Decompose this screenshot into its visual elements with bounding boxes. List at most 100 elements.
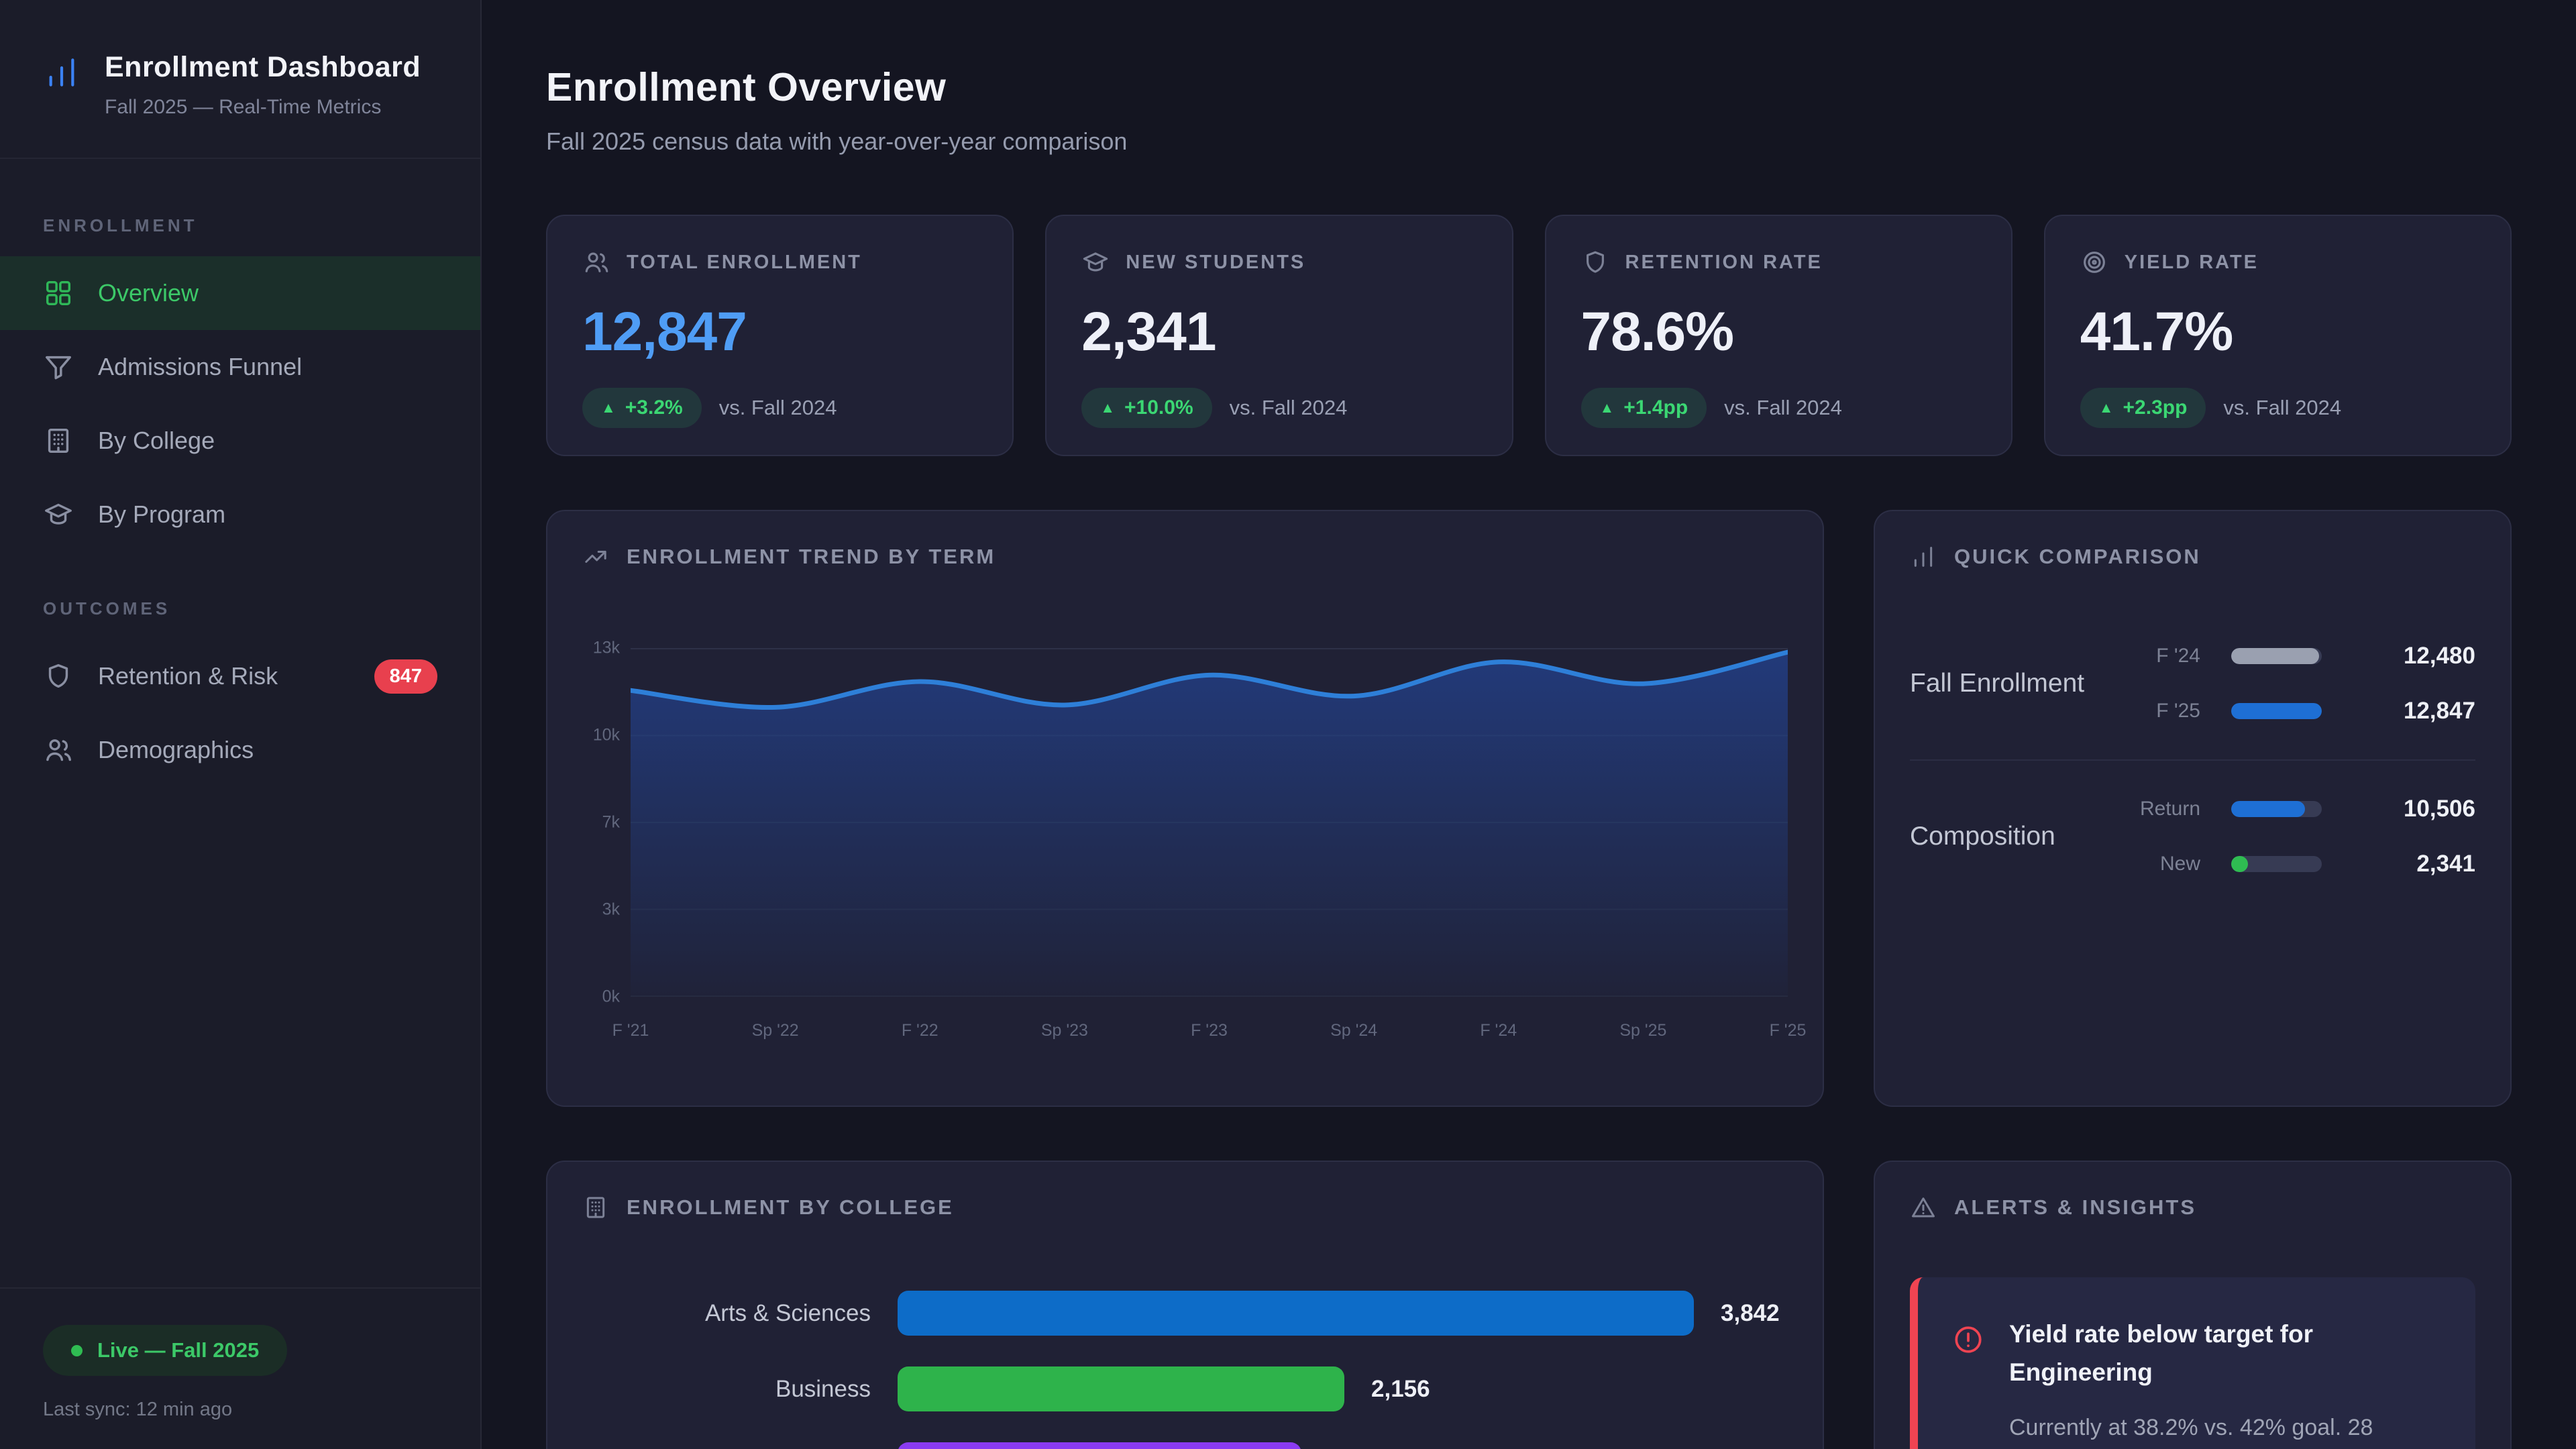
sidebar-item-label: By Program	[98, 500, 225, 529]
delta-value: +1.4pp	[1623, 396, 1688, 419]
x-tick-label: Sp '24	[1330, 1021, 1377, 1040]
y-tick-label: 7k	[602, 813, 620, 833]
comparison-row-value: 10,506	[2322, 796, 2475, 822]
sidebar-item-admissions-funnel[interactable]: Admissions Funnel	[0, 330, 480, 404]
alert-circle-icon	[1951, 1319, 1985, 1352]
college-bar-chart: Arts & Sciences 3,842 Business2,156 Enginee…	[582, 1291, 1788, 1449]
college-bar-row: Business2,156	[582, 1366, 1788, 1411]
delta-badge: ▲+3.2%	[582, 388, 702, 428]
x-tick-label: Sp '23	[1041, 1021, 1088, 1040]
kpi-label: NEW STUDENTS	[1126, 252, 1305, 274]
delta-note: vs. Fall 2024	[2223, 396, 2341, 420]
grad-cap-icon	[43, 499, 74, 530]
sidebar-header: Enrollment Dashboard Fall 2025 — Real-Ti…	[0, 0, 480, 159]
college-label: Arts & Sciences	[582, 1300, 871, 1327]
delta-value: +2.3pp	[2123, 396, 2188, 419]
mini-bar	[2231, 801, 2322, 817]
comparison-row-value: 12,847	[2322, 698, 2475, 724]
trend-chart: 13k10k7k3k0k	[582, 648, 1788, 997]
alert-body: Currently at 38.2% vs. 42% goal. 28 depo…	[2009, 1408, 2438, 1449]
quick-comparison-body: Fall EnrollmentF '24 12,480 F '25 12,847 Com…	[1910, 643, 2475, 877]
college-bar-row: Engineering1,947	[582, 1442, 1788, 1449]
shield-icon	[43, 661, 74, 692]
up-arrow-icon: ▲	[1600, 400, 1615, 415]
comparison-row-label: F '25	[2110, 700, 2200, 722]
trend-area-chart	[631, 648, 1788, 997]
sidebar-item-by-college[interactable]: By College	[0, 404, 480, 478]
trend-panel-header: ENROLLMENT TREND BY TERM	[582, 543, 1788, 570]
live-status-label: Live — Fall 2025	[97, 1338, 259, 1362]
sidebar-item-label: Admissions Funnel	[98, 353, 302, 381]
divider	[1910, 759, 2475, 761]
alerts-title: ALERTS & INSIGHTS	[1954, 1195, 2196, 1220]
sidebar-item-by-program[interactable]: By Program	[0, 478, 480, 551]
kpi-label: TOTAL ENROLLMENT	[627, 252, 862, 274]
kpi-card-new-students: NEW STUDENTS2,341▲+10.0%vs. Fall 2024	[1045, 215, 1513, 456]
sidebar-nav: ENROLLMENTOverviewAdmissions FunnelBy Co…	[0, 159, 480, 787]
up-arrow-icon: ▲	[2099, 400, 2114, 415]
delta-badge: ▲ +10.0%	[1081, 388, 1212, 428]
by-college-header: ENROLLMENT BY COLLEGE	[582, 1194, 1788, 1221]
comparison-row-label: F '24	[2110, 645, 2200, 667]
alerts-header: ALERTS & INSIGHTS	[1910, 1194, 2475, 1221]
trend-panel-title: ENROLLMENT TREND BY TERM	[627, 545, 996, 569]
by-college-title: ENROLLMENT BY COLLEGE	[627, 1195, 954, 1220]
delta-value: +3.2%	[625, 396, 683, 419]
quick-comparison-title: QUICK COMPARISON	[1954, 545, 2201, 569]
comparison-row: New2,341	[2110, 851, 2475, 877]
kpi-label: RETENTION RATE	[1625, 252, 1823, 274]
comparison-row-label: Return	[2110, 798, 2200, 820]
y-tick-label: 10k	[593, 726, 620, 745]
delta-value: +10.0%	[1124, 396, 1193, 419]
grid-icon	[43, 278, 74, 309]
sidebar-footer: Live — Fall 2025 Last sync: 12 min ago	[0, 1287, 480, 1449]
page-title: Enrollment Overview	[546, 64, 2512, 110]
kpi-value: 78.6%	[1581, 305, 1976, 360]
kpi-value: 12,847	[582, 305, 977, 360]
alerts-panel: ALERTS & INSIGHTS Yield rate below targe…	[1874, 1161, 2512, 1449]
grad-cap-icon	[1081, 248, 1110, 276]
mini-bar	[2231, 703, 2322, 719]
bar-chart-icon	[1910, 543, 1937, 570]
quick-comparison-header: QUICK COMPARISON	[1910, 543, 2475, 570]
sidebar-item-retention-risk[interactable]: Retention & Risk847	[0, 639, 480, 713]
x-tick-label: Sp '22	[752, 1021, 799, 1040]
sidebar-item-overview[interactable]: Overview	[0, 256, 480, 330]
comparison-row-value: 2,341	[2322, 851, 2475, 877]
trend-x-axis: F '21Sp '22F '22Sp '23F '23Sp '24F '24Sp…	[631, 1021, 1788, 1042]
comparison-row: F '24 12,480	[2110, 643, 2475, 669]
college-bar	[898, 1366, 1344, 1411]
sidebar-item-label: By College	[98, 427, 215, 455]
trending-up-icon	[582, 543, 609, 570]
sidebar-item-label: Demographics	[98, 736, 254, 764]
building-icon	[43, 425, 74, 456]
comparison-group: CompositionReturn 10,506 New2,341	[1910, 796, 2475, 877]
x-tick-label: F '21	[612, 1021, 649, 1040]
college-value: 3,842	[1721, 1300, 1780, 1327]
comparison-group-label: Composition	[1910, 822, 2110, 851]
sidebar-item-demographics[interactable]: Demographics	[0, 713, 480, 787]
app-title: Enrollment Dashboard	[105, 51, 421, 84]
kpi-label: YIELD RATE	[2125, 252, 2259, 274]
up-arrow-icon: ▲	[1100, 400, 1115, 415]
funnel-icon	[43, 352, 74, 382]
x-tick-label: F '24	[1480, 1021, 1517, 1040]
sidebar-item-label: Overview	[98, 279, 199, 307]
kpi-card-row: TOTAL ENROLLMENT12,847▲+3.2%vs. Fall 202…	[546, 215, 2512, 456]
kpi-value: 2,341	[1081, 305, 1477, 360]
trend-y-axis: 13k10k7k3k0k	[582, 648, 631, 997]
alert-title: Yield rate below target for Engineering	[2009, 1315, 2412, 1392]
enrollment-dashboard-app: Enrollment Dashboard Fall 2025 — Real-Ti…	[0, 0, 2576, 1449]
y-tick-label: 13k	[593, 639, 620, 658]
alert-item: Yield rate below target for Engineering C…	[1910, 1277, 2475, 1449]
delta-badge: ▲ +1.4pp	[1581, 388, 1707, 428]
page-subtitle: Fall 2025 census data with year-over-yea…	[546, 127, 2512, 156]
sidebar: Enrollment Dashboard Fall 2025 — Real-Ti…	[0, 0, 482, 1449]
college-label: Business	[582, 1376, 871, 1403]
kpi-card-total-enrollment: TOTAL ENROLLMENT12,847▲+3.2%vs. Fall 202…	[546, 215, 1014, 456]
target-icon	[2080, 248, 2108, 276]
delta-badge: ▲ +2.3pp	[2080, 388, 2206, 428]
comparison-group-label: Fall Enrollment	[1910, 669, 2110, 698]
comparison-row-value: 12,480	[2322, 643, 2475, 669]
kpi-card-yield-rate: YIELD RATE41.7%▲+2.3ppvs. Fall 2024	[2044, 215, 2512, 456]
